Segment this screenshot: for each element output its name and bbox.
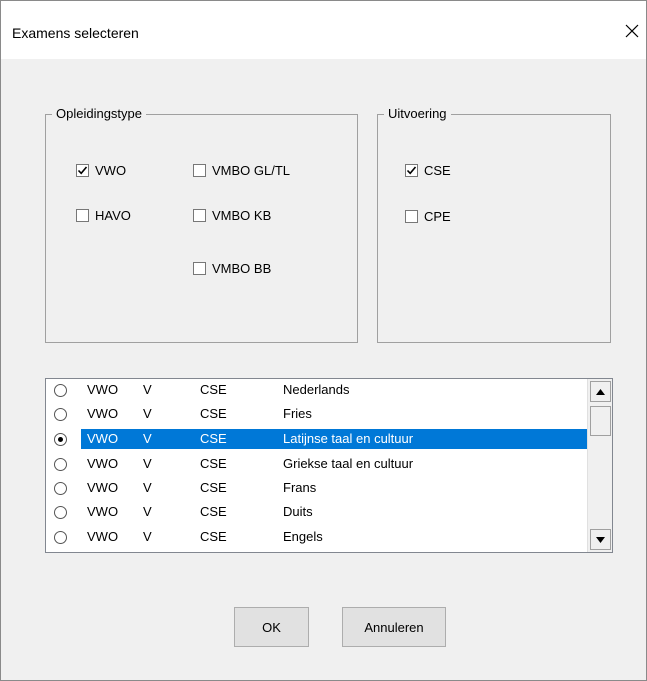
checkbox-box <box>193 261 206 275</box>
checkbox-vmbo-gl-tl[interactable]: VMBO GL/TL <box>193 162 290 178</box>
row-radio[interactable] <box>54 531 67 544</box>
cell-type: VWO <box>87 406 119 421</box>
checkbox-cse[interactable]: CSE <box>405 162 451 178</box>
cell-exam: CSE <box>200 480 227 495</box>
check-icon <box>77 165 88 174</box>
scroll-thumb[interactable] <box>590 406 611 436</box>
close-icon <box>625 24 639 38</box>
cancel-button[interactable]: Annuleren <box>342 607 446 647</box>
checkbox-vmbo-kb[interactable]: VMBO KB <box>193 207 271 223</box>
row-radio[interactable] <box>54 408 67 421</box>
cell-subject: Engels <box>283 529 323 544</box>
radio-dot <box>58 437 63 442</box>
cell-exam: CSE <box>200 529 227 544</box>
row-radio[interactable] <box>54 433 67 446</box>
list-row[interactable]: VWO V CSE Griekse taal en cultuur <box>46 453 587 475</box>
cell-level: V <box>143 431 152 446</box>
cell-level: V <box>143 504 152 519</box>
cell-exam: CSE <box>200 504 227 519</box>
checkbox-vwo[interactable]: VWO <box>76 162 126 178</box>
cell-exam: CSE <box>200 406 227 421</box>
cell-subject: Duits <box>283 504 313 519</box>
checkbox-label: HAVO <box>95 207 131 223</box>
list-row[interactable]: VWO V CSE Engels <box>46 526 587 548</box>
cell-exam: CSE <box>200 431 227 446</box>
cell-type: VWO <box>87 431 119 446</box>
cell-subject: Frans <box>283 480 317 495</box>
checkbox-havo[interactable]: HAVO <box>76 207 131 223</box>
list-row[interactable]: VWO V CSE Nederlands <box>46 379 587 401</box>
checkbox-box <box>405 209 418 223</box>
checkbox-label: VMBO KB <box>212 207 272 223</box>
cell-subject: Fries <box>283 406 312 421</box>
checkbox-box <box>193 163 206 177</box>
checkbox-box <box>76 163 89 177</box>
ok-button[interactable]: OK <box>234 607 309 647</box>
cell-subject: Griekse taal en cultuur <box>283 456 414 471</box>
list-row[interactable]: VWO V CSE Frans <box>46 477 587 499</box>
cell-type: VWO <box>87 504 119 519</box>
cell-level: V <box>143 480 152 495</box>
vertical-scrollbar[interactable] <box>587 379 612 552</box>
cell-level: V <box>143 529 152 544</box>
cell-level: V <box>143 456 152 471</box>
scroll-down-button[interactable] <box>590 529 611 550</box>
cell-type: VWO <box>87 480 119 495</box>
row-radio[interactable] <box>54 458 67 471</box>
checkbox-label: VMBO BB <box>212 260 272 276</box>
opleidingstype-group: Opleidingstype VWO HAVO VMBO GL/TL VMBO … <box>45 106 358 343</box>
cell-type: VWO <box>87 529 119 544</box>
cell-exam: CSE <box>200 382 227 397</box>
cell-type: VWO <box>87 382 119 397</box>
uitvoering-label: Uitvoering <box>384 106 451 122</box>
checkbox-box <box>76 208 89 222</box>
list-row[interactable]: VWO V CSE Fries <box>46 403 587 425</box>
arrow-up-icon <box>596 388 605 395</box>
scroll-up-button[interactable] <box>590 381 611 402</box>
cell-exam: CSE <box>200 456 227 471</box>
opleidingstype-label: Opleidingstype <box>52 106 146 122</box>
checkbox-label: VWO <box>95 162 127 178</box>
window-title: Examens selecteren <box>12 25 139 41</box>
checkbox-box <box>405 163 418 177</box>
checkbox-cpe[interactable]: CPE <box>405 208 451 224</box>
dialog-window: Examens selecteren Opleidingstype VWO HA… <box>0 0 647 681</box>
checkbox-vmbo-bb[interactable]: VMBO BB <box>193 260 271 276</box>
cell-type: VWO <box>87 456 119 471</box>
list-row[interactable]: VWO V CSE Duits <box>46 501 587 523</box>
checkbox-label: CPE <box>424 208 451 224</box>
arrow-down-icon <box>596 536 605 543</box>
checkbox-label: VMBO GL/TL <box>212 162 291 178</box>
cell-level: V <box>143 406 152 421</box>
exam-listbox[interactable]: VWO V CSE Nederlands VWO V CSE Fries VWO… <box>45 378 613 553</box>
cell-subject: Nederlands <box>283 382 350 397</box>
row-radio[interactable] <box>54 482 67 495</box>
list-row[interactable]: VWO V CSE Latijnse taal en cultuur <box>46 428 587 450</box>
checkbox-label: CSE <box>424 162 451 178</box>
check-icon <box>406 165 417 174</box>
checkbox-box <box>193 208 206 222</box>
title-bar: Examens selecteren <box>1 1 646 59</box>
close-button[interactable] <box>618 17 646 45</box>
row-radio[interactable] <box>54 384 67 397</box>
cell-level: V <box>143 382 152 397</box>
row-radio[interactable] <box>54 506 67 519</box>
cell-subject: Latijnse taal en cultuur <box>283 431 414 446</box>
uitvoering-group: Uitvoering CSE CPE <box>377 106 611 343</box>
